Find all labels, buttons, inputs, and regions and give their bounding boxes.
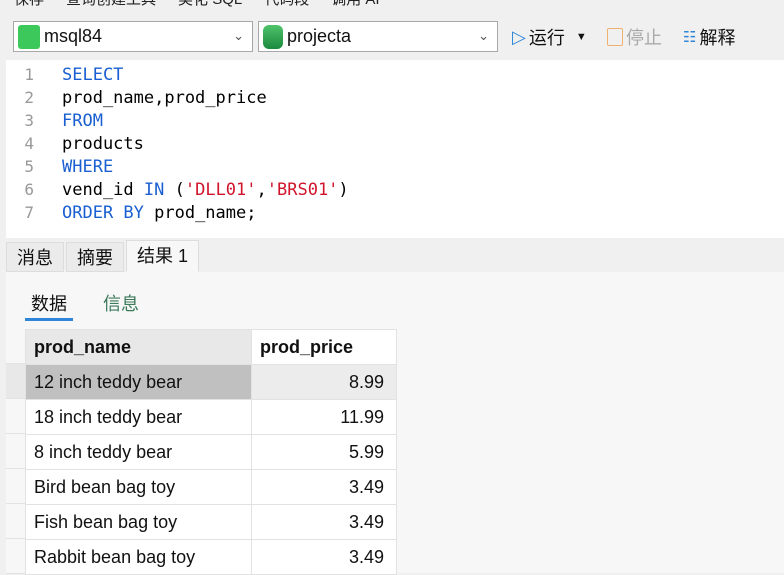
explain-button[interactable]: ☷ 解释 — [683, 24, 735, 50]
connection-select[interactable]: msql84 ⌄ — [13, 21, 253, 52]
active-tab-indicator — [25, 318, 73, 321]
code-text: FROM — [62, 111, 103, 131]
result-tabs: 消息 摘要 结果 1 — [6, 240, 200, 272]
cell-prod-name[interactable]: Bird bean bag toy — [25, 469, 252, 505]
subtab-data[interactable]: 数据 — [31, 290, 67, 316]
snippet-button[interactable]: 代码段 — [264, 0, 309, 9]
save-button[interactable]: 保存 — [14, 0, 44, 9]
table-row[interactable]: 12 inch teddy bear 8.99 — [25, 364, 397, 400]
code-token: prod_name,prod_price — [62, 87, 267, 108]
code-line[interactable]: 1 SELECT — [6, 63, 784, 86]
tab-messages[interactable]: 消息 — [6, 242, 64, 272]
table-row[interactable]: Rabbit bean bag toy 3.49 — [25, 539, 397, 575]
explain-label: 解释 — [699, 28, 736, 48]
chevron-down-icon: ⌄ — [233, 28, 244, 43]
code-token: FROM — [62, 110, 103, 131]
code-text: WHERE — [62, 157, 113, 177]
row-gutter — [6, 329, 25, 574]
code-text: SELECT — [62, 65, 123, 85]
cell-prod-name[interactable]: 18 inch teddy bear — [25, 399, 252, 435]
code-token: prod_name; — [143, 202, 257, 223]
code-token: WHERE — [62, 156, 114, 177]
line-number: 5 — [24, 157, 34, 176]
cell-prod-price[interactable]: 8.99 — [251, 364, 397, 400]
query-builder-button[interactable]: 查询创建工具 — [66, 0, 156, 9]
table-row[interactable]: Bird bean bag toy 3.49 — [25, 469, 397, 505]
code-token: ) — [338, 179, 349, 200]
stop-button[interactable]: 停止 — [607, 24, 662, 50]
line-number: 1 — [24, 65, 34, 84]
database-select[interactable]: projecta ⌄ — [258, 21, 498, 52]
cell-prod-price[interactable]: 11.99 — [251, 399, 397, 435]
play-icon: ▷ — [512, 26, 526, 47]
line-number: 7 — [24, 203, 34, 222]
code-line[interactable]: 7 ORDER BY prod_name; — [6, 201, 784, 224]
cell-prod-price[interactable]: 5.99 — [251, 434, 397, 470]
database-icon — [263, 24, 283, 49]
code-token: ( — [164, 179, 185, 200]
table-row[interactable]: 18 inch teddy bear 11.99 — [25, 399, 397, 435]
sql-editor[interactable]: 1 SELECT 2 prod_name,prod_price 3 FROM 4 produc… — [6, 60, 784, 238]
result-panel: 数据 信息 prod_name prod_price 12 inch teddy… — [6, 272, 784, 575]
code-text: products — [62, 134, 144, 154]
line-number: 4 — [24, 134, 34, 153]
chevron-down-icon: ⌄ — [478, 28, 489, 43]
cell-prod-name[interactable]: 12 inch teddy bear — [25, 364, 252, 400]
cell-prod-price[interactable]: 3.49 — [251, 469, 397, 505]
code-line[interactable]: 5 WHERE — [6, 155, 784, 178]
code-text: vend_id IN ('DLL01','BRS01') — [62, 180, 349, 200]
code-line[interactable]: 3 FROM — [6, 109, 784, 132]
code-token: 'BRS01' — [266, 179, 339, 200]
connection-value: msql84 — [44, 26, 103, 46]
code-line[interactable]: 2 prod_name,prod_price — [6, 86, 784, 109]
code-line[interactable]: 6 vend_id IN ('DLL01','BRS01') — [6, 178, 784, 201]
tab-summary[interactable]: 摘要 — [66, 242, 124, 272]
cell-prod-price[interactable]: 3.49 — [251, 504, 397, 540]
code-line[interactable]: 4 products — [6, 132, 784, 155]
code-token: IN — [143, 179, 165, 200]
run-dropdown-icon[interactable]: ▼ — [576, 31, 587, 43]
top-toolbar: 保存 查询创建工具 美化 SQL 代码段 调用 AI — [0, 0, 784, 8]
line-number: 2 — [24, 88, 34, 107]
code-text: ORDER BY prod_name; — [62, 203, 256, 223]
code-token: , — [256, 179, 267, 200]
table-row[interactable]: 8 inch teddy bear 5.99 — [25, 434, 397, 470]
database-value: projecta — [287, 26, 352, 46]
cell-prod-name[interactable]: 8 inch teddy bear — [25, 434, 252, 470]
column-header-prod-price[interactable]: prod_price — [251, 329, 397, 365]
subtab-info[interactable]: 信息 — [103, 290, 139, 316]
code-token: 'DLL01' — [184, 179, 257, 200]
cell-prod-name[interactable]: Rabbit bean bag toy — [25, 539, 252, 575]
column-header-prod-name[interactable]: prod_name — [25, 329, 252, 365]
ai-button[interactable]: 调用 AI — [331, 0, 379, 9]
cell-prod-name[interactable]: Fish bean bag toy — [25, 504, 252, 540]
line-number: 6 — [24, 180, 34, 199]
stop-label: 停止 — [626, 28, 662, 48]
cell-prod-price[interactable]: 3.49 — [251, 539, 397, 575]
line-number: 3 — [24, 111, 34, 130]
result-grid: prod_name prod_price 12 inch teddy bear 8… — [25, 329, 397, 575]
run-button[interactable]: ▷ 运行 ▼ — [512, 24, 587, 50]
mysql-dolphin-icon — [18, 24, 40, 49]
code-token: SELECT — [62, 64, 124, 85]
query-toolbar: msql84 ⌄ projecta ⌄ ▷ 运行 ▼ 停止 ☷ 解释 — [0, 20, 784, 54]
stop-icon — [607, 28, 623, 46]
table-row[interactable]: Fish bean bag toy 3.49 — [25, 504, 397, 540]
code-token: products — [62, 133, 144, 154]
tab-result-1[interactable]: 结果 1 — [126, 240, 200, 272]
run-label: 运行 — [528, 28, 565, 48]
code-text: prod_name,prod_price — [62, 88, 267, 108]
code-token: vend_id — [62, 179, 144, 200]
explain-icon: ☷ — [683, 29, 697, 46]
beautify-sql-button[interactable]: 美化 SQL — [178, 0, 242, 9]
code-token: ORDER BY — [62, 202, 144, 223]
